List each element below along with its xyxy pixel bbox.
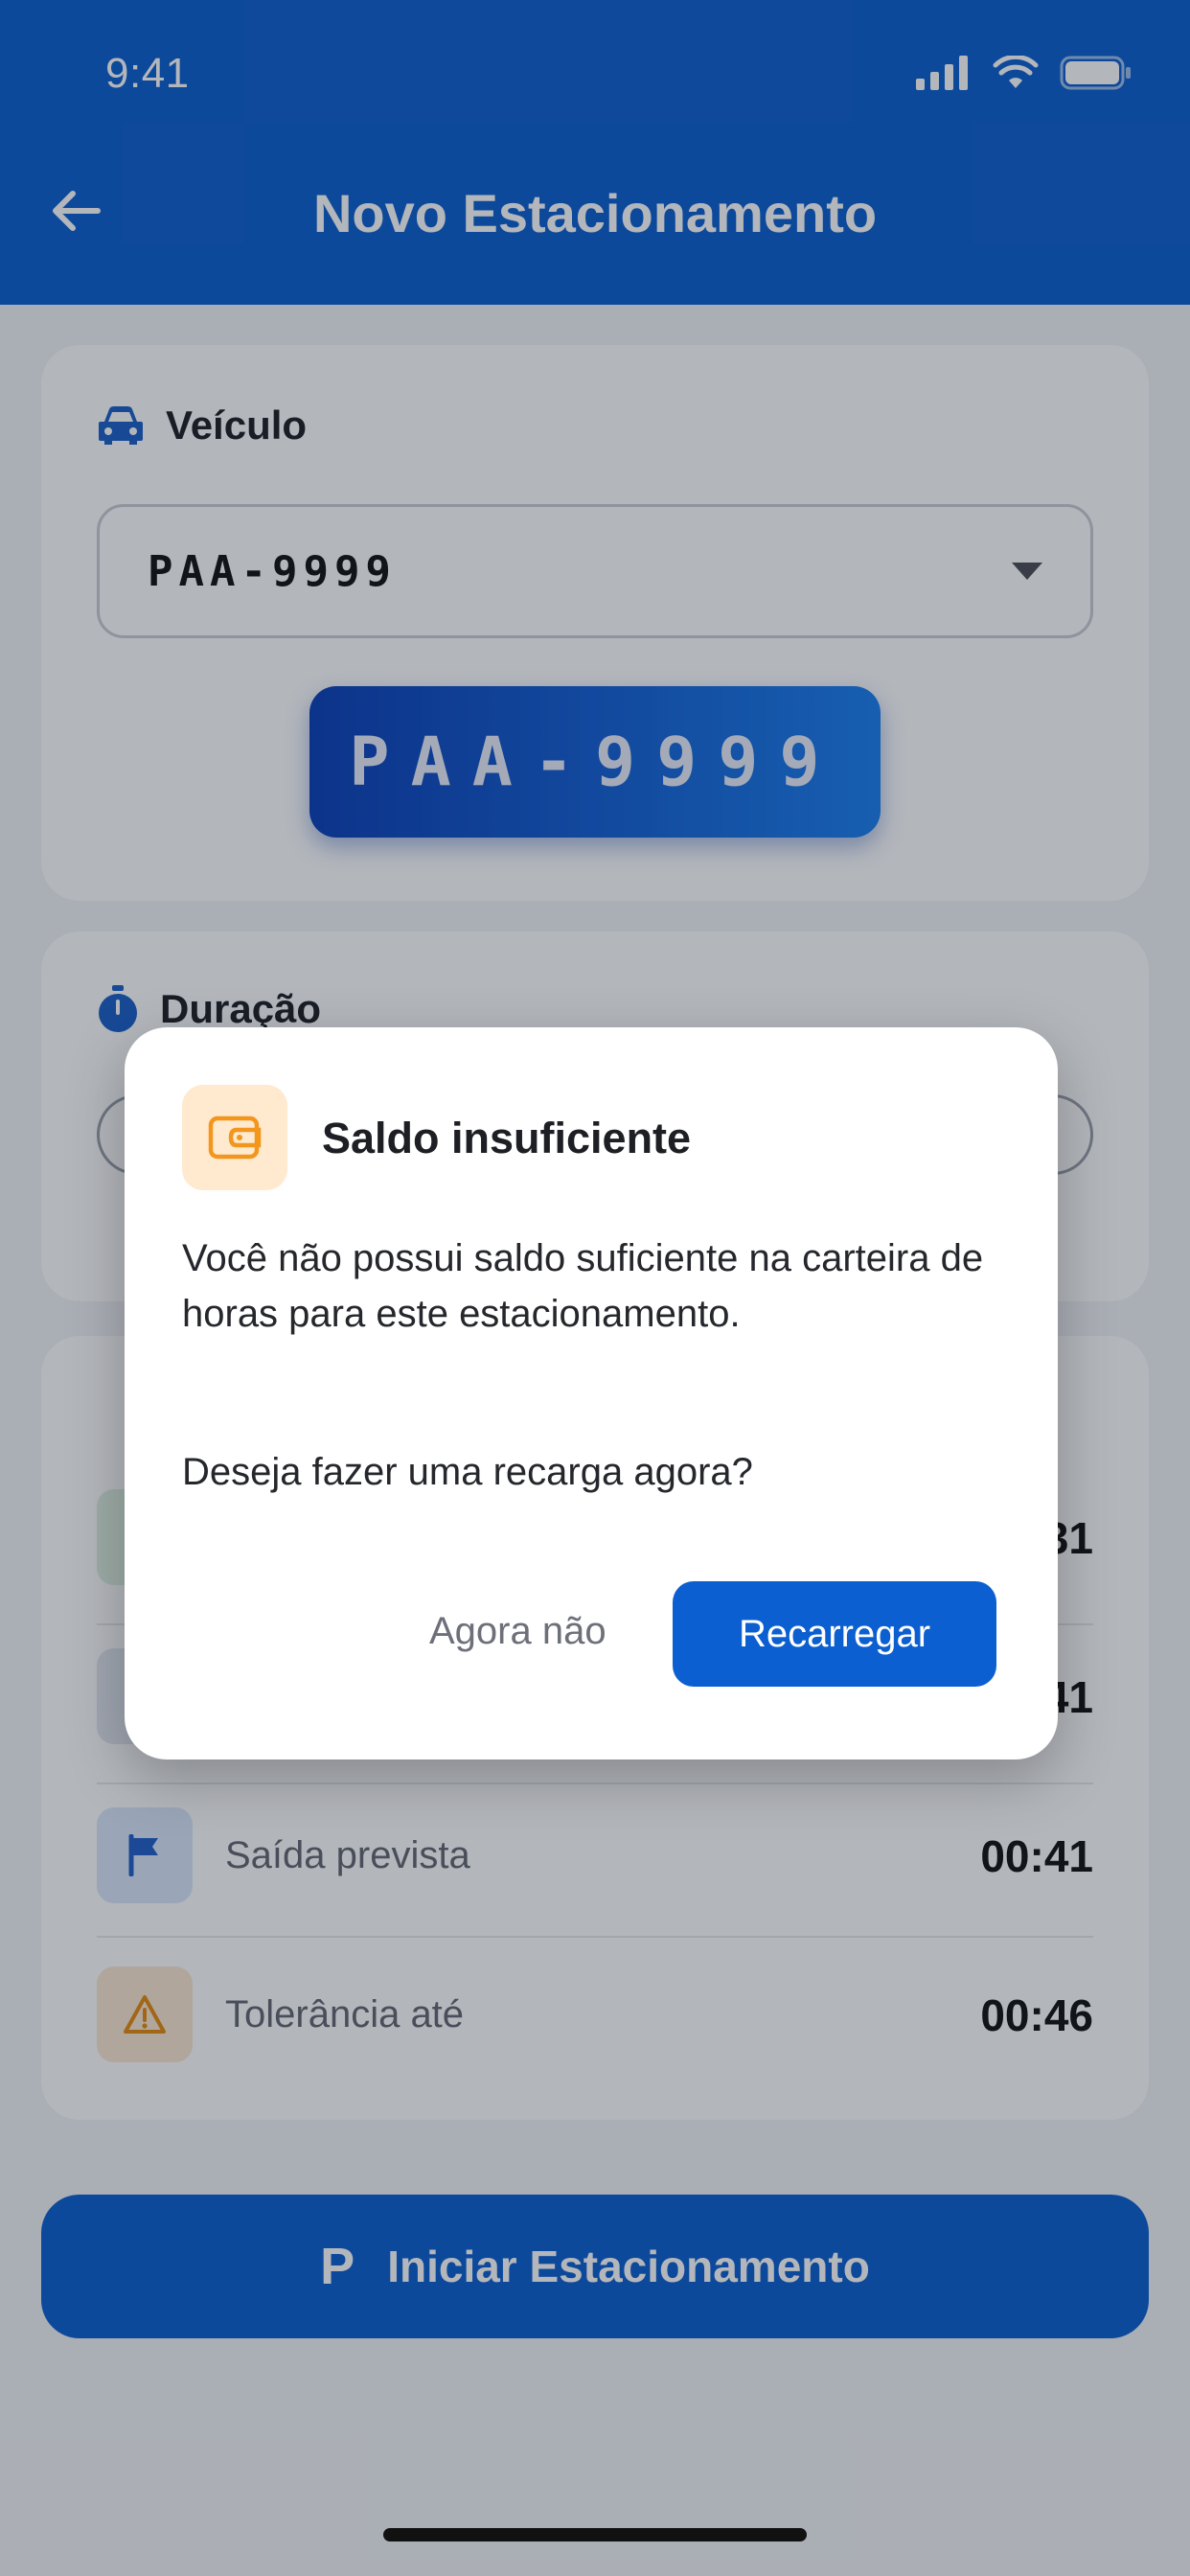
- home-indicator[interactable]: [383, 2528, 807, 2542]
- recharge-button[interactable]: Recarregar: [673, 1581, 996, 1687]
- dialog-message: Você não possui saldo suficiente na cart…: [182, 1237, 984, 1335]
- dialog-title: Saldo insuficiente: [322, 1114, 692, 1162]
- wallet-icon: [182, 1085, 287, 1190]
- app-screen: 9:41 Novo Estacionamento Veículo PAA-999…: [0, 0, 1190, 2576]
- insufficient-balance-dialog: Saldo insuficiente Você não possui saldo…: [125, 1027, 1058, 1760]
- not-now-button[interactable]: Agora não: [429, 1610, 606, 1653]
- dialog-question: Deseja fazer uma recarga agora?: [182, 1451, 753, 1493]
